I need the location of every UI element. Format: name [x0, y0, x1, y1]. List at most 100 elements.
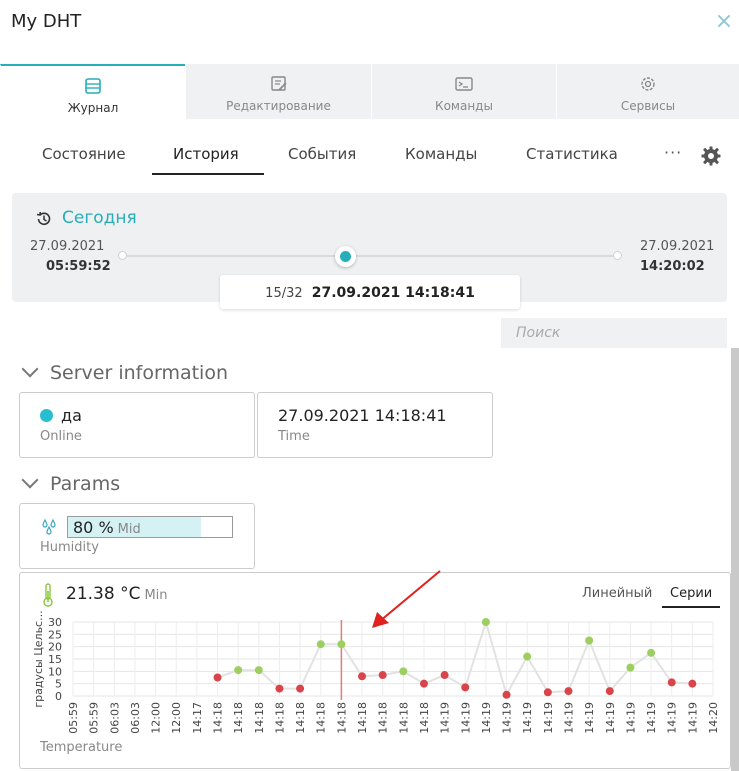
chart-data-point: [316, 640, 325, 649]
chart-x-tick-label: 14:19: [501, 702, 514, 734]
range-start-date: 27.09.2021: [30, 239, 105, 254]
edit-icon: [270, 76, 287, 91]
tab-commands-label: Команды: [435, 99, 493, 113]
chart-data-point: [543, 688, 552, 697]
chart-x-tick-label: 14:19: [666, 702, 679, 734]
today-link[interactable]: Сегодня: [62, 208, 137, 228]
server-info-header[interactable]: Server information: [21, 360, 229, 384]
titlebar: My DHT ×: [0, 0, 739, 64]
chart-x-tick-label: 14:19: [459, 702, 472, 734]
online-value: да: [61, 406, 82, 425]
more-button[interactable]: ···: [664, 143, 682, 162]
tab-journal[interactable]: Журнал: [0, 64, 185, 119]
range-end-date: 27.09.2021: [640, 239, 715, 254]
chart-data-point: [461, 683, 470, 692]
chart-x-tick-label: 14:18: [294, 702, 307, 734]
temperature-caption: Temperature: [40, 740, 123, 755]
vertical-scrollbar[interactable]: [731, 348, 739, 771]
chart-x-tick-label: 14:18: [356, 702, 369, 734]
chart-x-tick-label: 14:18: [212, 702, 225, 734]
tab-commands[interactable]: Команды: [371, 64, 556, 119]
time-caption: Time: [278, 429, 310, 444]
chart-data-point: [275, 684, 284, 693]
chart-x-tick-label: 14:18: [418, 702, 431, 734]
chart-data-point: [234, 666, 243, 675]
chart-data-point: [564, 687, 573, 696]
chart-x-tick-label: 14:18: [253, 702, 266, 734]
chart-x-tick-label: 14:19: [439, 702, 452, 734]
chart-data-point: [523, 652, 532, 661]
chart-data-point: [585, 636, 594, 645]
tab-services-label: Сервисы: [620, 99, 676, 113]
window-title: My DHT: [11, 11, 82, 32]
chart-data-point: [626, 663, 635, 672]
server-info-heading: Server information: [50, 362, 229, 384]
time-card: 27.09.2021 14:18:41 Time: [257, 392, 493, 458]
sub-tabs: Состояние История События Команды Статис…: [0, 135, 739, 177]
tab-events[interactable]: События: [288, 145, 356, 163]
chart-data-point: [296, 684, 305, 693]
chart-x-tick-label: 14:19: [521, 702, 534, 734]
humidity-card: 80 % Mid Humidity: [19, 503, 255, 569]
tab-statistics[interactable]: Статистика: [526, 145, 618, 163]
chart-data-point: [213, 673, 222, 682]
tab-services[interactable]: Сервисы: [556, 64, 739, 119]
chart-data-point: [399, 667, 408, 676]
humidity-level: Mid: [117, 522, 141, 537]
tab-history[interactable]: История: [173, 145, 239, 163]
chart-x-tick-label: 14:19: [562, 702, 575, 734]
range-end-time: 14:20:02: [640, 259, 705, 274]
tab-edit-label: Редактирование: [226, 99, 331, 113]
chart-x-tick-label: 14:18: [397, 702, 410, 734]
top-tabs: Журнал Редактирование Команды Сервисы: [0, 64, 739, 119]
active-tab-underline: [152, 173, 264, 175]
chart-x-tick-label: 14:18: [377, 702, 390, 734]
history-clock-icon: [36, 211, 51, 226]
chart-y-tick-label: 10: [48, 665, 62, 678]
chart-x-tick-label: 14:19: [480, 702, 493, 734]
chart-x-tick-label: 14:18: [335, 702, 348, 734]
online-card: да Online: [19, 392, 255, 458]
chart-x-tick-label: 14:18: [232, 702, 245, 734]
tab-commands-sub[interactable]: Команды: [405, 145, 477, 163]
chart-data-point: [647, 648, 656, 657]
chart-data-point: [667, 678, 676, 687]
chart-x-tick-label: 12:00: [150, 702, 163, 734]
humidity-value-row: 80 % Mid: [73, 518, 141, 537]
chart-data-point: [440, 671, 449, 680]
chevron-down-icon: [21, 360, 39, 378]
time-value: 27.09.2021 14:18:41: [278, 406, 447, 425]
position-datetime: 27.09.2021 14:18:41: [311, 285, 475, 301]
online-value-row: да: [40, 406, 82, 425]
chart-data-point: [688, 679, 697, 688]
chart-x-tick-label: 14:18: [273, 702, 286, 734]
timeline-slider-handle[interactable]: [334, 246, 356, 267]
chart-data-point: [481, 618, 490, 626]
search-input[interactable]: [501, 318, 727, 348]
terminal-icon: [455, 77, 473, 91]
humidity-bar: 80 % Mid: [67, 516, 233, 538]
timeline-slider-track[interactable]: [122, 255, 618, 257]
settings-gear-icon[interactable]: [700, 145, 722, 167]
chart-data-point: [502, 690, 511, 699]
chart-y-tick-label: 0: [55, 690, 62, 703]
chart-x-tick-label: 05:59: [88, 702, 101, 734]
params-header[interactable]: Params: [21, 471, 121, 495]
tab-edit[interactable]: Редактирование: [185, 64, 371, 119]
chart-x-tick-label: 14:18: [315, 702, 328, 734]
chart-data-point: [254, 666, 263, 675]
chart-y-axis-label: градусы Цельс...: [32, 610, 45, 707]
chart-y-tick-label: 15: [48, 653, 62, 666]
chart-x-tick-label: 14:19: [604, 702, 617, 734]
close-button[interactable]: ×: [714, 11, 734, 33]
params-heading: Params: [50, 473, 121, 495]
chart-x-tick-label: 14:19: [583, 702, 596, 734]
chart-y-tick-label: 25: [48, 628, 62, 641]
tab-state[interactable]: Состояние: [42, 145, 126, 163]
chart-x-tick-label: 14:19: [645, 702, 658, 734]
journal-icon: [85, 78, 101, 94]
chart-data-point: [419, 679, 428, 688]
humidity-caption: Humidity: [40, 540, 99, 555]
chart-x-tick-label: 14:20: [707, 702, 720, 734]
services-gear-icon: [641, 77, 655, 91]
